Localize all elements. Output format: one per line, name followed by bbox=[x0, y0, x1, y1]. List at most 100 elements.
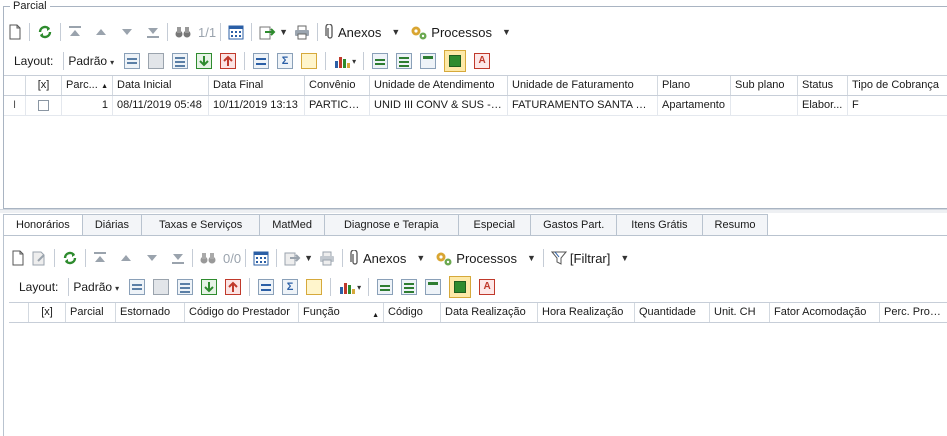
column-header-perc-profiss[interactable]: Perc. Profiss bbox=[880, 303, 947, 322]
view-mode-selected-icon[interactable] bbox=[449, 276, 472, 298]
view-mode-selected-icon[interactable] bbox=[444, 50, 467, 72]
column-header-data-inicial[interactable]: Data Inicial bbox=[113, 76, 209, 95]
tab-taxas-servicos[interactable]: Taxas e Serviços bbox=[141, 214, 261, 235]
print-icon[interactable] bbox=[316, 247, 338, 269]
chart-icon[interactable]: ▾ bbox=[335, 276, 364, 298]
column-header-data-final[interactable]: Data Final bbox=[209, 76, 305, 95]
last-record-icon[interactable] bbox=[143, 21, 163, 43]
anexos-button[interactable]: Anexos ▼ bbox=[322, 21, 403, 43]
tab-honorarios[interactable]: Honorários bbox=[3, 214, 83, 236]
import-layout-icon[interactable] bbox=[196, 53, 213, 69]
next-record-icon[interactable] bbox=[117, 21, 137, 43]
panel-splitter[interactable] bbox=[0, 209, 947, 213]
column-header-select[interactable]: [x] bbox=[29, 303, 66, 322]
first-record-icon[interactable] bbox=[65, 21, 85, 43]
processos-label: Processos bbox=[431, 24, 492, 40]
columns-layout-icon[interactable] bbox=[177, 279, 194, 295]
refresh-icon[interactable] bbox=[34, 21, 56, 43]
next-record-icon[interactable] bbox=[142, 247, 162, 269]
columns-layout-icon[interactable] bbox=[172, 53, 189, 69]
column-header-tipo-cobranca[interactable]: Tipo de Cobrança bbox=[848, 76, 947, 95]
view-mode-1-icon[interactable] bbox=[377, 279, 394, 295]
tab-diagnose-terapia[interactable]: Diagnose e Terapia bbox=[323, 214, 459, 235]
separator bbox=[167, 23, 168, 41]
filter-editor-icon[interactable] bbox=[301, 53, 318, 69]
column-header-parcela[interactable]: Parc... ▲ bbox=[62, 76, 113, 95]
tab-diarias[interactable]: Diárias bbox=[81, 214, 143, 235]
tab-resumo[interactable]: Resumo bbox=[701, 214, 769, 235]
load-layout-icon[interactable] bbox=[153, 279, 170, 295]
tab-matmed[interactable]: MatMed bbox=[259, 214, 325, 235]
column-header-funcao[interactable]: Função ▲ bbox=[299, 303, 384, 322]
processos-button[interactable]: Processos ▼ bbox=[432, 247, 539, 269]
new-document-icon[interactable] bbox=[8, 247, 28, 269]
group-panel-icon[interactable] bbox=[253, 53, 270, 69]
view-mode-2-icon[interactable] bbox=[396, 53, 413, 69]
row-indicator-header bbox=[9, 303, 29, 322]
edit-document-icon[interactable] bbox=[28, 247, 50, 269]
filter-editor-icon[interactable] bbox=[306, 279, 323, 295]
tab-especial[interactable]: Especial bbox=[457, 214, 532, 235]
save-layout-icon[interactable] bbox=[129, 279, 146, 295]
column-header-convenio[interactable]: Convênio bbox=[305, 76, 370, 95]
processos-button[interactable]: Processos ▼ bbox=[407, 21, 514, 43]
calendar-grid-icon[interactable] bbox=[225, 21, 247, 43]
table-row[interactable]: I 1 08/11/2019 05:48 10/11/2019 13:13 PA… bbox=[4, 96, 947, 116]
column-header-hora-realizacao[interactable]: Hora Realização bbox=[538, 303, 635, 322]
load-layout-icon[interactable] bbox=[148, 53, 165, 69]
export-icon[interactable]: ▼ bbox=[281, 247, 316, 269]
chart-icon[interactable]: ▾ bbox=[330, 50, 359, 72]
column-header-sub-plano[interactable]: Sub plano bbox=[731, 76, 798, 95]
first-record-icon[interactable] bbox=[90, 247, 110, 269]
sum-footer-icon[interactable]: Σ bbox=[277, 53, 294, 69]
column-header-status[interactable]: Status bbox=[798, 76, 848, 95]
column-header-fator-acomodacao[interactable]: Fator Acomodação bbox=[770, 303, 880, 322]
column-header-data-realizacao[interactable]: Data Realização bbox=[441, 303, 538, 322]
gears-icon bbox=[411, 26, 427, 40]
chevron-down-icon: ▼ bbox=[391, 27, 401, 37]
layout-preset-dropdown[interactable]: Padrão ▾ bbox=[68, 54, 114, 68]
tab-gastos-part[interactable]: Gastos Part. bbox=[530, 214, 618, 235]
refresh-icon[interactable] bbox=[59, 247, 81, 269]
export-layout-icon[interactable] bbox=[220, 53, 237, 69]
previous-record-icon[interactable] bbox=[91, 21, 111, 43]
view-mode-3-icon[interactable] bbox=[420, 53, 437, 69]
column-header-estornado[interactable]: Estornado bbox=[116, 303, 185, 322]
cell-data-inicial: 08/11/2019 05:48 bbox=[113, 96, 209, 115]
view-mode-3-icon[interactable] bbox=[425, 279, 442, 295]
row-checkbox[interactable] bbox=[38, 100, 49, 111]
font-format-icon[interactable]: A bbox=[479, 279, 496, 295]
column-header-unidade-atendimento[interactable]: Unidade de Atendimento bbox=[370, 76, 508, 95]
view-mode-2-icon[interactable] bbox=[401, 279, 418, 295]
group-panel-icon[interactable] bbox=[258, 279, 275, 295]
print-icon[interactable] bbox=[291, 21, 313, 43]
anexos-button[interactable]: Anexos ▼ bbox=[347, 247, 428, 269]
previous-record-icon[interactable] bbox=[116, 247, 136, 269]
save-layout-icon[interactable] bbox=[124, 53, 141, 69]
column-header-plano[interactable]: Plano bbox=[658, 76, 731, 95]
new-document-icon[interactable] bbox=[5, 21, 25, 43]
export-icon[interactable]: ▼ bbox=[256, 21, 291, 43]
processos-label: Processos bbox=[456, 250, 517, 266]
binoculars-icon[interactable] bbox=[172, 21, 194, 43]
column-header-quantidade[interactable]: Quantidade bbox=[635, 303, 710, 322]
separator bbox=[68, 278, 70, 296]
import-layout-icon[interactable] bbox=[201, 279, 218, 295]
filter-button[interactable]: [Filtrar] ▼ bbox=[548, 247, 632, 269]
font-format-icon[interactable]: A bbox=[474, 53, 491, 69]
last-record-icon[interactable] bbox=[168, 247, 188, 269]
layout-preset-dropdown[interactable]: Padrão ▾ bbox=[73, 280, 119, 294]
export-layout-icon[interactable] bbox=[225, 279, 242, 295]
column-header-unit-ch[interactable]: Unit. CH bbox=[710, 303, 770, 322]
tab-itens-gratis[interactable]: Itens Grátis bbox=[616, 214, 703, 235]
binoculars-icon[interactable] bbox=[197, 247, 219, 269]
sum-footer-icon[interactable]: Σ bbox=[282, 279, 299, 295]
view-mode-1-icon[interactable] bbox=[372, 53, 389, 69]
calendar-grid-icon[interactable] bbox=[250, 247, 272, 269]
chevron-down-icon: ▾ bbox=[115, 284, 120, 293]
column-header-parcial[interactable]: Parcial bbox=[66, 303, 116, 322]
column-header-codigo[interactable]: Código bbox=[384, 303, 441, 322]
column-header-codigo-prestador[interactable]: Código do Prestador bbox=[185, 303, 299, 322]
column-header-select[interactable]: [x] bbox=[26, 76, 62, 95]
column-header-unidade-faturamento[interactable]: Unidade de Faturamento bbox=[508, 76, 658, 95]
